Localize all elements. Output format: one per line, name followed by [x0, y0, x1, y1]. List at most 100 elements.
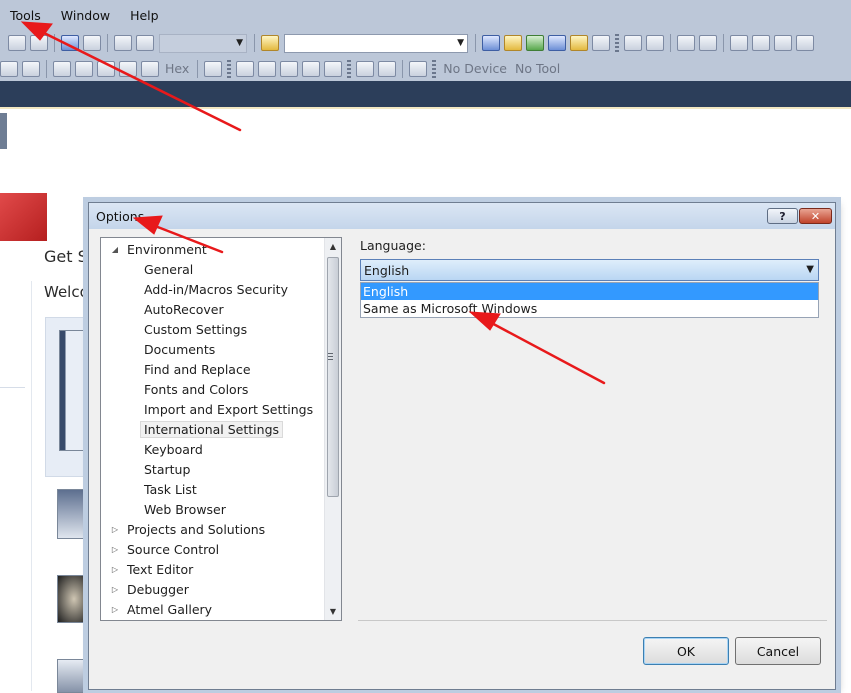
- no-tool-label[interactable]: No Tool: [515, 61, 560, 76]
- find-combo[interactable]: ▼: [284, 33, 468, 53]
- registers-icon[interactable]: [258, 60, 277, 77]
- tree-item-import-export-settings[interactable]: Import and Export Settings: [144, 399, 313, 419]
- collapse-triangle-icon[interactable]: ◢: [109, 245, 121, 254]
- tree-item-add-in-macros-security[interactable]: Add-in/Macros Security: [144, 279, 288, 299]
- scrollbar-thumb[interactable]: [327, 257, 339, 497]
- menu-tools[interactable]: Tools: [0, 8, 51, 23]
- find-icon[interactable]: [83, 35, 101, 51]
- toolbar-grip[interactable]: [432, 59, 437, 78]
- language-dropdown[interactable]: English ▼: [360, 259, 819, 281]
- solution-explorer-icon[interactable]: [482, 35, 500, 51]
- step-into-icon[interactable]: [75, 60, 93, 77]
- breakpoint-icon[interactable]: [141, 60, 159, 77]
- tree-item-international-settings[interactable]: International Settings: [140, 419, 284, 439]
- standard-toolbar: ▼ ▼: [0, 30, 851, 56]
- toolbar-grip[interactable]: [615, 34, 619, 52]
- toolbox-icon[interactable]: [570, 35, 588, 51]
- watch-icon[interactable]: [302, 60, 321, 77]
- options-category-tree[interactable]: ◢ Environment General Add-in/Macros Secu…: [100, 237, 342, 621]
- step-out-icon[interactable]: [97, 60, 115, 77]
- expand-triangle-icon[interactable]: ▷: [109, 605, 121, 614]
- properties-icon[interactable]: [504, 35, 522, 51]
- indent-icon[interactable]: [624, 35, 642, 51]
- bookmark-prev-icon[interactable]: [752, 35, 770, 51]
- no-device-label[interactable]: No Device: [443, 61, 507, 76]
- toolbar-grip[interactable]: [347, 59, 352, 78]
- ok-button[interactable]: OK: [643, 637, 729, 665]
- tree-node-text-editor[interactable]: ▷ Text Editor: [109, 559, 193, 579]
- io-view-icon[interactable]: [356, 60, 375, 77]
- disassembly-icon[interactable]: [280, 60, 299, 77]
- pause-icon[interactable]: [0, 60, 18, 77]
- tree-item-keyboard[interactable]: Keyboard: [144, 439, 203, 459]
- dialog-titlebar[interactable]: Options ? ✕: [89, 203, 835, 229]
- hex-toggle[interactable]: Hex: [165, 61, 189, 76]
- tree-node-atmel-gallery[interactable]: ▷ Atmel Gallery: [109, 599, 212, 619]
- cancel-button[interactable]: Cancel: [735, 637, 821, 665]
- toolbar-separator: [475, 34, 476, 52]
- tree-node-label: Atmel Gallery: [127, 601, 213, 617]
- close-button[interactable]: ✕: [799, 208, 832, 224]
- tutorial-thumbnail[interactable]: [59, 330, 91, 451]
- language-option-same-as-windows[interactable]: Same as Microsoft Windows: [361, 300, 818, 317]
- brand-graphic: [0, 113, 7, 149]
- tutorial-thumbnail[interactable]: [57, 659, 91, 693]
- tree-node-projects-and-solutions[interactable]: ▷ Projects and Solutions: [109, 519, 265, 539]
- memory-icon[interactable]: [236, 60, 255, 77]
- menu-window[interactable]: Window: [51, 8, 120, 23]
- tree-scrollbar[interactable]: ▲ ▼: [324, 238, 341, 620]
- chevron-down-icon[interactable]: ▼: [806, 264, 814, 275]
- command-window-icon[interactable]: [592, 35, 610, 51]
- program-icon[interactable]: [526, 35, 544, 51]
- tree-node-label: Keyboard: [144, 441, 203, 457]
- toolbar-separator: [254, 34, 255, 52]
- tree-item-web-browser[interactable]: Web Browser: [144, 499, 226, 519]
- language-option-english[interactable]: English: [361, 283, 818, 300]
- run-to-cursor-icon[interactable]: [119, 60, 137, 77]
- tree-node-debugger[interactable]: ▷ Debugger: [109, 579, 189, 599]
- processor-view-icon[interactable]: [378, 60, 397, 77]
- tree-item-startup[interactable]: Startup: [144, 459, 190, 479]
- expand-triangle-icon[interactable]: ▷: [109, 525, 121, 534]
- configuration-combo[interactable]: ▼: [159, 33, 247, 53]
- tree-item-find-and-replace[interactable]: Find and Replace: [144, 359, 251, 379]
- tutorial-thumbnail[interactable]: [57, 489, 91, 539]
- bookmark-clear-icon[interactable]: [796, 35, 814, 51]
- menu-help[interactable]: Help: [120, 8, 169, 23]
- navigate-icon[interactable]: [8, 35, 26, 51]
- step-icon[interactable]: [136, 35, 154, 51]
- step-over-icon[interactable]: [53, 60, 71, 77]
- tree-item-task-list[interactable]: Task List: [144, 479, 197, 499]
- tree-item-general[interactable]: General: [144, 259, 193, 279]
- run-icon[interactable]: [22, 60, 40, 77]
- device-programming-icon[interactable]: [548, 35, 566, 51]
- tree-item-autorecover[interactable]: AutoRecover: [144, 299, 224, 319]
- scroll-up-icon[interactable]: ▲: [325, 238, 341, 255]
- debug-windows-icon[interactable]: [204, 60, 223, 77]
- outdent-icon[interactable]: [646, 35, 664, 51]
- start-icon[interactable]: [114, 35, 132, 51]
- bookmark-next-icon[interactable]: [774, 35, 792, 51]
- tools-icon[interactable]: [409, 60, 428, 77]
- window-icon[interactable]: [61, 35, 79, 51]
- tree-item-documents[interactable]: Documents: [144, 339, 215, 359]
- tree-node-environment[interactable]: ◢ Environment: [109, 239, 207, 259]
- open-folder-icon[interactable]: [261, 35, 279, 51]
- expand-triangle-icon[interactable]: ▷: [109, 585, 121, 594]
- scroll-down-icon[interactable]: ▼: [325, 603, 341, 620]
- bookmark-icon[interactable]: [30, 35, 48, 51]
- divider: [31, 281, 32, 691]
- help-button[interactable]: ?: [767, 208, 798, 224]
- toolbar-grip[interactable]: [227, 59, 232, 78]
- bookmark-toggle-icon[interactable]: [730, 35, 748, 51]
- uncomment-icon[interactable]: [699, 35, 717, 51]
- tree-node-label: Find and Replace: [144, 361, 251, 377]
- expand-triangle-icon[interactable]: ▷: [109, 565, 121, 574]
- tutorial-thumbnail[interactable]: [57, 575, 91, 623]
- locals-icon[interactable]: [324, 60, 343, 77]
- tree-node-source-control[interactable]: ▷ Source Control: [109, 539, 219, 559]
- tree-item-fonts-and-colors[interactable]: Fonts and Colors: [144, 379, 248, 399]
- comment-icon[interactable]: [677, 35, 695, 51]
- tree-item-custom-settings[interactable]: Custom Settings: [144, 319, 247, 339]
- expand-triangle-icon[interactable]: ▷: [109, 545, 121, 554]
